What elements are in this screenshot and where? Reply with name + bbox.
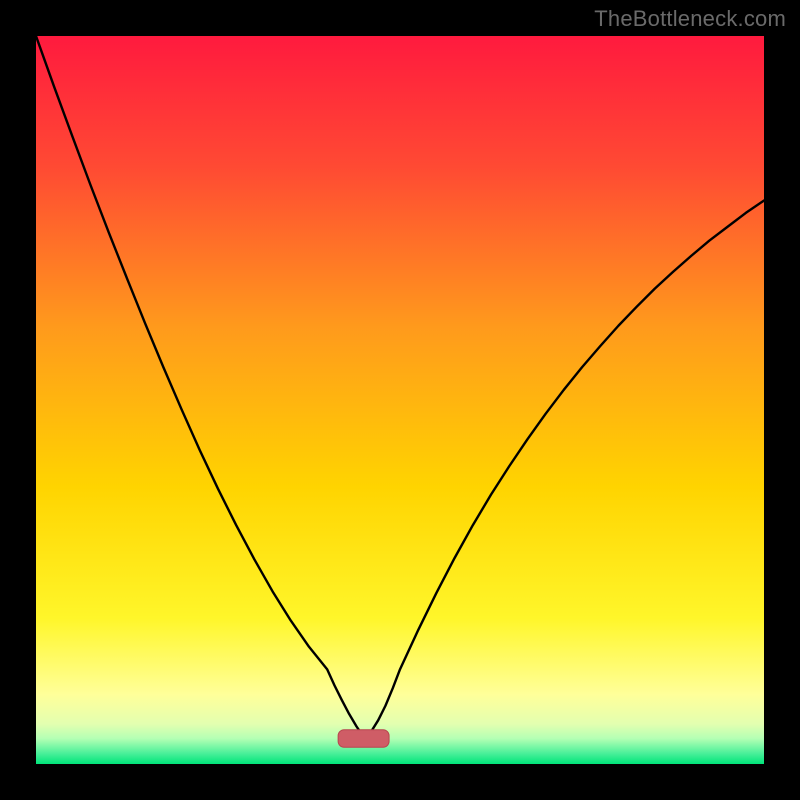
cusp-marker [338, 730, 389, 747]
chart-svg [36, 36, 764, 764]
chart-plot-area [36, 36, 764, 764]
chart-background-gradient [36, 36, 764, 764]
chart-frame: TheBottleneck.com [0, 0, 800, 800]
watermark-label: TheBottleneck.com [594, 6, 786, 32]
